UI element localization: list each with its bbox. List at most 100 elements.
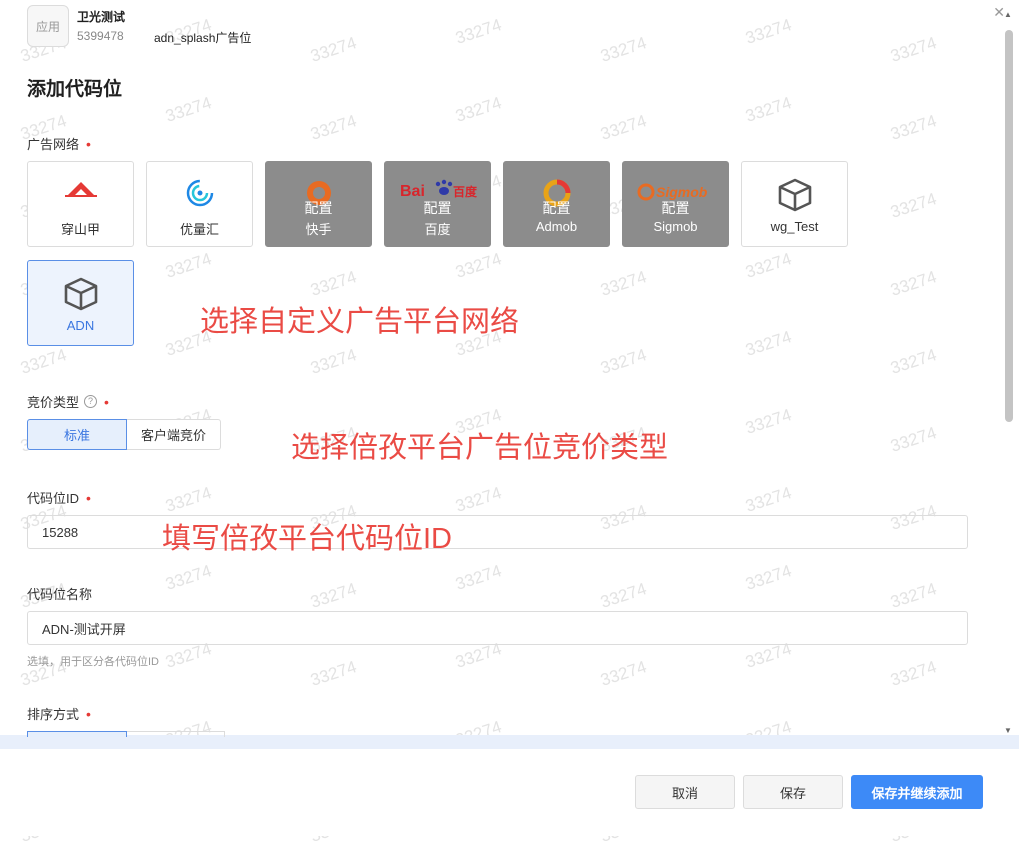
watermark-text: 33274 [743, 15, 794, 48]
annotation-bidding: 选择倍孜平台广告位竞价类型 [291, 432, 669, 464]
bidding-type-label: 竞价类型 ? • [27, 392, 109, 411]
ylh-logo [147, 178, 252, 208]
footer-divider [0, 735, 1019, 749]
watermark-text: 33274 [453, 15, 504, 48]
watermark-text: 33274 [598, 579, 649, 612]
watermark-text: 33274 [453, 561, 504, 594]
slot-name-hint: 选填，用于区分各代码位ID [27, 656, 159, 668]
app-id: 5399478 [77, 29, 124, 43]
watermark-text: 33274 [163, 483, 214, 516]
watermark-text: 33274 [888, 267, 939, 300]
watermark-text: 33274 [888, 579, 939, 612]
app-icon: 应用 [27, 5, 69, 47]
slot-name-label-text: 代码位名称 [27, 587, 93, 602]
annotation-slot-id: 填写倍孜平台代码位ID [162, 523, 453, 555]
scrollbar[interactable]: ▲ ▼ [1001, 10, 1015, 735]
page-title: 添加代码位 [27, 79, 123, 100]
watermark-text: 33274 [453, 93, 504, 126]
watermark-text: 33274 [888, 33, 939, 66]
cancel-button[interactable]: 取消 [635, 775, 735, 809]
app-name: 卫光测试 [77, 10, 126, 24]
required-mark: • [86, 705, 91, 722]
watermark-text: 33274 [888, 189, 939, 222]
watermark-text: 33274 [888, 423, 939, 456]
watermark-text: 33274 [888, 345, 939, 378]
slot-name-input[interactable] [27, 611, 968, 645]
sort-label-text: 排序方式 [27, 707, 80, 722]
watermark-text: 33274 [163, 561, 214, 594]
required-mark: • [86, 135, 91, 152]
svg-text:百度: 百度 [453, 184, 478, 199]
watermark-text: 33274 [308, 267, 359, 300]
sort-label: 排序方式 • [27, 704, 91, 723]
watermark-text: 33274 [163, 249, 214, 282]
network-card-sigmob[interactable]: Sigmob 配置 Sigmob [622, 161, 729, 247]
network-card-name: 快手 [305, 222, 332, 237]
network-card-ylh[interactable]: 优量汇 [146, 161, 253, 247]
config-overlay: 配置 [304, 200, 333, 216]
annotation-network: 选择自定义广告平台网络 [200, 306, 520, 338]
watermark-text: 33274 [598, 267, 649, 300]
watermark-text: 33274 [743, 249, 794, 282]
watermark-text: 33274 [308, 657, 359, 690]
watermark-text: 33274 [308, 111, 359, 144]
bidding-option-standard[interactable]: 标准 [27, 419, 127, 450]
network-card-name: 穿山甲 [60, 222, 100, 237]
watermark-text: 33274 [743, 405, 794, 438]
ad-network-label-text: 广告网络 [27, 137, 80, 152]
ad-network-label: 广告网络 • [27, 134, 91, 153]
config-overlay: 配置 [423, 200, 452, 216]
network-card-name: Admob [535, 219, 578, 234]
slot-id-label: 代码位ID • [27, 488, 91, 507]
watermark-text: 33274 [888, 111, 939, 144]
bidding-type-label-text: 竞价类型 [27, 395, 80, 410]
scroll-thumb[interactable] [1005, 30, 1013, 422]
network-card-pangle[interactable]: 穿山甲 [27, 161, 134, 247]
watermark-text: 33274 [453, 249, 504, 282]
sort-options-partial[interactable] [27, 731, 225, 737]
bidding-option-client[interactable]: 客户端竞价 [127, 419, 222, 450]
network-card-kuaishou[interactable]: 配置 快手 [265, 161, 372, 247]
slot-name-label: 代码位名称 [27, 584, 92, 603]
watermark-text: 33274 [308, 579, 359, 612]
network-card-name: 百度 [424, 222, 451, 237]
required-mark: • [104, 393, 109, 410]
network-card-name: Sigmob [653, 219, 698, 234]
watermark-text: 33274 [18, 345, 69, 378]
watermark-text: 33274 [308, 33, 359, 66]
config-overlay: 配置 [661, 200, 690, 216]
watermark-text: 33274 [743, 561, 794, 594]
watermark-text: 33274 [743, 327, 794, 360]
watermark-text: 33274 [888, 657, 939, 690]
save-button[interactable]: 保存 [743, 775, 843, 809]
bidding-type-group: 标准 客户端竞价 [27, 419, 222, 450]
watermark-text: 33274 [453, 483, 504, 516]
required-mark: • [86, 489, 91, 506]
pangle-logo [28, 178, 133, 200]
watermark-text: 33274 [308, 345, 359, 378]
box-icon [742, 178, 847, 212]
network-card-admob[interactable]: 配置 Admob [503, 161, 610, 247]
watermark-layer: 33274 33274 33274 33274 33274 33274 33274 33274… [0, 0, 1019, 846]
watermark-text: 33274 [743, 483, 794, 516]
save-and-continue-button[interactable]: 保存并继续添加 [851, 775, 983, 809]
ad-slot-name: adn_splash广告位 [154, 31, 252, 45]
watermark-text: 33274 [598, 111, 649, 144]
network-card-wg-test[interactable]: wg_Test [741, 161, 848, 247]
scroll-down-icon[interactable]: ▼ [1004, 726, 1012, 735]
watermark-text: 33274 [743, 93, 794, 126]
scroll-up-icon[interactable]: ▲ [1004, 10, 1012, 19]
box-icon [28, 277, 133, 311]
question-circle-icon[interactable]: ? [84, 395, 98, 408]
network-card-baidu[interactable]: Bai 百度 配置 百度 [384, 161, 491, 247]
slot-id-label-text: 代码位ID [27, 491, 80, 506]
network-card-adn[interactable]: ADN [27, 260, 134, 346]
network-card-name: ADN [66, 318, 95, 333]
network-card-name: wg_Test [770, 219, 819, 234]
watermark-text: 33274 [598, 345, 649, 378]
watermark-text: 33274 [598, 657, 649, 690]
network-card-name: 优量汇 [179, 222, 219, 237]
watermark-text: 33274 [598, 33, 649, 66]
watermark-text: 33274 [163, 93, 214, 126]
config-overlay: 配置 [542, 200, 571, 216]
